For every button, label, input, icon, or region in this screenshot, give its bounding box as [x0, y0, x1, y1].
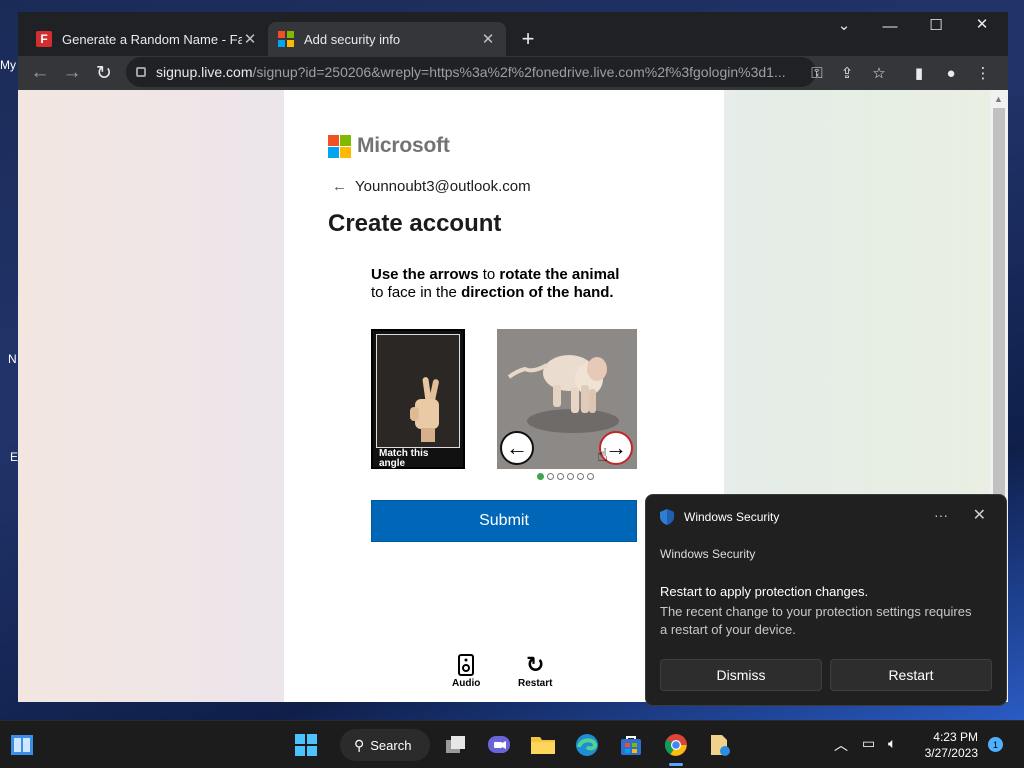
active-app-indicator: [669, 763, 683, 766]
taskbar-search[interactable]: ⚲ Search: [340, 729, 430, 761]
tab-strip: F Generate a Random Name - Fake ✕ Add se…: [18, 12, 1008, 56]
menu-kebab-icon[interactable]: ⋮: [972, 62, 994, 84]
key-icon[interactable]: ⚿: [806, 62, 828, 84]
search-label: Search: [370, 737, 412, 753]
search-icon: ⚲: [354, 736, 365, 753]
toast-message: Restart to apply protection changes.: [660, 584, 869, 599]
puzzle-instruction: Use the arrows to rotate the animal to f…: [371, 266, 651, 302]
close-window-icon[interactable]: ✕: [968, 15, 996, 33]
tab-search-chevron-icon[interactable]: ⌄: [830, 16, 858, 34]
shield-icon: [660, 509, 674, 525]
show-hidden-icons-chevron-icon[interactable]: ︿: [834, 735, 848, 755]
side-panel-icon[interactable]: ▮: [908, 62, 930, 84]
task-view-icon[interactable]: [440, 729, 472, 761]
arrow-left-icon: ←: [506, 435, 528, 460]
reload-icon[interactable]: ↻: [90, 60, 118, 86]
restart-button[interactable]: Restart: [830, 659, 992, 691]
tab-add-security-info[interactable]: Add security info ✕: [268, 22, 506, 56]
audio-label: Audio: [452, 678, 481, 689]
page-title: Create account: [328, 210, 502, 237]
files-folder-icon[interactable]: [704, 729, 736, 761]
address-bar[interactable]: signup.live.com/signup?id=250206&wreply=…: [126, 57, 816, 87]
tab-title: Generate a Random Name - Fake: [62, 31, 242, 47]
animal-image: ← → ☝: [497, 329, 637, 469]
restart-icon: ↻: [526, 652, 545, 677]
hand-cursor-icon: ☝: [597, 445, 608, 465]
dismiss-button[interactable]: Dismiss: [660, 659, 822, 691]
chat-icon[interactable]: [483, 729, 515, 761]
instruction-bold-text: Use the arrows: [371, 266, 479, 283]
edge-icon[interactable]: [571, 729, 603, 761]
close-tab-icon[interactable]: ✕: [480, 30, 496, 48]
fakename-f-icon: F: [36, 31, 52, 47]
tab-title: Add security info: [304, 31, 401, 47]
instruction-text: to face in the: [371, 284, 462, 301]
rotate-left-button[interactable]: ←: [500, 431, 534, 465]
instruction-bold-text: direction of the hand.: [461, 284, 614, 301]
back-arrow-icon[interactable]: ←: [26, 60, 54, 86]
start-windows-icon[interactable]: [290, 729, 322, 761]
microsoft-icon: [278, 31, 294, 47]
audio-button[interactable]: Audio: [452, 652, 480, 689]
step-dot: [567, 473, 574, 480]
match-angle-label: Match this angle: [379, 448, 429, 469]
url-host: signup.live.com: [156, 64, 253, 80]
file-explorer-icon[interactable]: [527, 729, 559, 761]
arrow-right-icon: →: [605, 435, 627, 460]
share-icon[interactable]: ⇪: [836, 62, 858, 84]
notification-badge[interactable]: 1: [988, 737, 1003, 752]
step-dot: [557, 473, 564, 480]
close-icon[interactable]: ✕: [973, 505, 986, 525]
scroll-up-icon[interactable]: ▲: [994, 94, 1003, 104]
desktop-icon-label[interactable]: My: [0, 58, 18, 72]
reference-hand-image: Match this angle: [371, 329, 465, 469]
back-arrow-icon[interactable]: ←: [332, 178, 347, 195]
forward-arrow-icon[interactable]: →: [58, 60, 86, 86]
step-dot: [587, 473, 594, 480]
rotation-puzzle: Use the arrows to rotate the animal to f…: [350, 250, 660, 486]
browser-toolbar: ← → ↻ signup.live.com/signup?id=250206&w…: [18, 56, 1008, 90]
toast-source: Windows Security: [660, 547, 756, 561]
hand-image: [376, 334, 460, 448]
lock-icon: [136, 67, 146, 77]
taskbar: ⚲ Search ︿ ▭ 🔈︎ 4:23 PM 3/27/2023 1: [0, 720, 1024, 768]
step-indicator: [537, 473, 594, 480]
submit-button[interactable]: Submit: [371, 500, 637, 542]
step-dot: [577, 473, 584, 480]
bookmark-star-icon[interactable]: ☆: [868, 62, 890, 84]
close-tab-icon[interactable]: ✕: [242, 30, 258, 48]
toast-header: Windows Security: [660, 509, 779, 525]
identity-email: Younnoubt3@outlook.com: [355, 178, 531, 195]
windows-security-toast: Windows Security ··· ✕ Windows Security …: [645, 494, 1007, 706]
volume-icon[interactable]: 🔈︎: [888, 735, 896, 752]
more-options-icon[interactable]: ···: [934, 507, 948, 523]
instruction-bold-text: rotate the animal: [499, 266, 620, 283]
restart-puzzle-button[interactable]: ↻ Restart: [518, 652, 552, 689]
tab-fake-name[interactable]: F Generate a Random Name - Fake ✕: [26, 22, 268, 56]
minimize-icon[interactable]: —: [876, 18, 904, 35]
instruction-text: to: [478, 266, 500, 283]
clock-date: 3/27/2023: [924, 746, 978, 760]
speaker-icon: [458, 652, 475, 678]
store-icon[interactable]: [615, 729, 647, 761]
network-icon[interactable]: ▭: [862, 735, 875, 752]
widgets-icon[interactable]: [6, 729, 38, 761]
maximize-icon[interactable]: ☐: [922, 16, 950, 34]
step-dot: [537, 473, 544, 480]
url-path: /signup?id=250206&wreply=https%3a%2f%2fo…: [252, 64, 786, 80]
step-dot: [547, 473, 554, 480]
chrome-icon[interactable]: [660, 729, 692, 761]
taskbar-clock[interactable]: 4:23 PM 3/27/2023: [914, 729, 978, 761]
restart-label: Restart: [518, 678, 553, 689]
brand-name: Microsoft: [357, 134, 450, 157]
new-tab-icon[interactable]: +: [516, 26, 540, 52]
toast-body: The recent change to your protection set…: [660, 604, 972, 637]
microsoft-logo-icon: [328, 134, 351, 158]
identity-banner[interactable]: ← Younnoubt3@outlook.com: [332, 178, 531, 195]
microsoft-logo: Microsoft: [328, 134, 450, 158]
clock-time: 4:23 PM: [933, 730, 978, 744]
profile-icon[interactable]: ●: [940, 62, 962, 84]
toast-app-name: Windows Security: [684, 510, 780, 524]
